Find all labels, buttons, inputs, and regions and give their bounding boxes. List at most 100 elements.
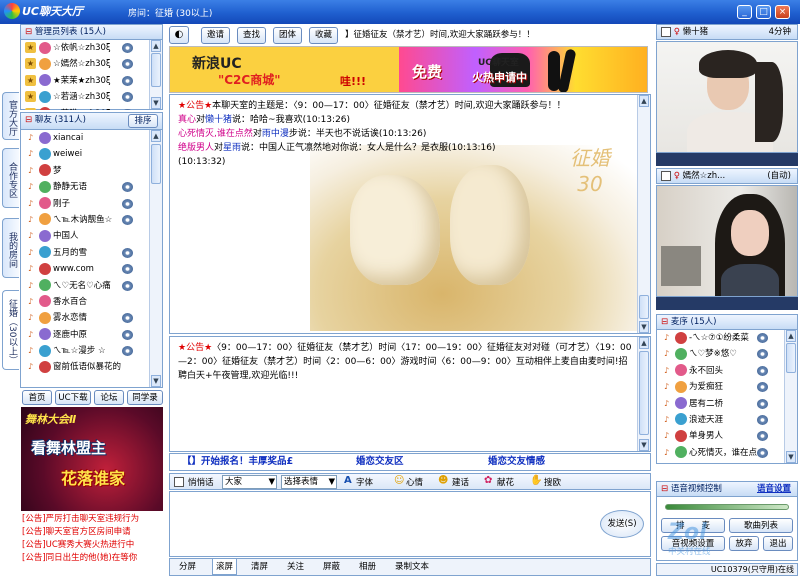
private-chat-area[interactable]: ★公告★〈9：00—17：00〉征婚征友（禁才艺）时间〈17：00—19：00〉… [169,336,651,452]
mic-queue-item[interactable]: ♪ 居有二桥 [657,396,784,412]
whisper-checkbox[interactable] [174,477,184,487]
chat-scrollbar[interactable]: ▲ ▼ [637,95,650,333]
room-toggle-icon[interactable]: ◐ [169,26,189,44]
chat-user-item[interactable]: ♪ 窗前低语似暴花的 [21,359,149,375]
minimize-button[interactable]: _ [737,5,752,19]
find-button[interactable]: 查找 [237,27,266,44]
chat-user-item[interactable]: ♪ xiancai [21,130,149,146]
bottom-tab[interactable]: 相册 [356,559,379,575]
chat-user-item[interactable]: ♪ ㄟ♡无名♡心痛 [21,278,149,294]
admin-name: ☆花猫☆zh30ξ [53,109,111,110]
abandon-button[interactable]: 放弃 [729,536,759,551]
chat-user-item[interactable]: ♪ 梦 [21,163,149,179]
chat-user-item[interactable]: ♪ 香水百合 [21,294,149,310]
lower-chat-scrollbar[interactable]: ▲ ▼ [637,337,650,451]
admin-scrollbar[interactable]: ▲ ▼ [149,40,162,109]
admin-list-item[interactable]: ★ ☆嫣然☆zh30ξ [21,56,149,72]
chat-user-header: ⊟ 聊友 (311人) 排序 [21,113,162,130]
video1-checkbox[interactable] [661,26,671,37]
mic-queue-item[interactable]: ♪ 为爱痴狂 [657,379,784,395]
close-button[interactable]: × [775,5,790,19]
person2-body [721,264,779,296]
bottom-tab[interactable]: 分屏 [176,559,199,575]
chat-user-scrollbar[interactable]: ▲ ▼ [149,130,162,387]
bottom-tab[interactable]: 滚屏 [212,559,238,575]
chat-user-item[interactable]: ♪ 静静无语 [21,179,149,195]
announcement-item[interactable]: [公告]UC赛秀大赛火热进行中 [22,539,163,552]
forum-link[interactable]: 论坛 [94,390,124,405]
send-button[interactable]: 发送(S) [600,510,644,538]
promo-mid[interactable]: 婚恋交友区 [356,454,404,470]
admin-list-item[interactable]: ★ ★茉茉★zh30ξ [21,73,149,89]
bottom-tab[interactable]: 关注 [284,559,307,575]
mic-queue-item[interactable]: ♪ 永不回头 [657,363,784,379]
mic-queue-item[interactable]: ♪ -ㄟ☆⑦①纷柔菜 [657,330,784,346]
invite-button[interactable]: 邀请 [201,27,230,44]
chat-user-name: 雾水恋情 [53,313,88,324]
message-input[interactable]: 发送(S) [169,491,651,557]
mic-queue-scrollbar[interactable]: ▲ ▼ [784,330,797,463]
public-chat-area[interactable]: 征婚30 ★公告★本聊天室的主题是：〈9：00—17：00〉征婚征友（禁才艺）时… [169,94,651,334]
mic-queue-item[interactable]: ♪ 浪迹天涯 [657,412,784,428]
classmates-link[interactable]: 同学录 [127,390,163,405]
flower-button[interactable]: 献花 [497,476,514,488]
admin-list-item[interactable]: ★ ☆依帆☆zh30ξ [21,40,149,56]
avatar [675,397,687,410]
mood-button[interactable]: 心情 [406,476,423,488]
voice-settings-link[interactable]: 语音设置 [757,482,791,496]
mic-user-name: 永不回头 [689,365,724,376]
admin-list-header[interactable]: ⊟ 管理员列表 (15人) [21,25,162,40]
dance-ad-banner[interactable]: 舞林大会Ⅱ 看舞林盟主 花落谁家 [21,407,163,511]
favorite-button[interactable]: 收藏 [309,27,338,44]
mic-queue-item[interactable]: ♪ 单身男人 [657,428,784,444]
exit-button[interactable]: 退出 [763,536,793,551]
top-ad-banner[interactable]: 新浪UC "C2C商城" 哇!!! 免费 UC聊天室 火热申请中 [169,46,648,93]
chat-user-item[interactable]: ♪ 刚子 [21,196,149,212]
camera-icon [122,92,133,103]
tab-official-hall[interactable]: 官方大厅 [2,92,19,140]
video1-controls[interactable] [656,153,798,166]
bottom-tab[interactable]: 屏蔽 [320,559,343,575]
video1-time: 4分钟 [768,27,791,37]
bottom-tab[interactable]: 清屏 [248,559,271,575]
chat-user-item[interactable]: ♪ 逐鹿中原 [21,327,149,343]
chat-user-item[interactable]: ♪ 雾水恋情 [21,310,149,326]
kick-button[interactable]: 搜欧 [544,476,561,488]
promo-right[interactable]: 婚恋交友情感 [488,454,545,470]
chat-user-name: 刚子 [53,198,71,209]
chat-user-item[interactable]: ♪ www.com [21,261,149,277]
announcement-item[interactable]: [公告]严厉打击聊天室违规行为 [22,513,163,526]
tab-partner-zone[interactable]: 合作专区 [2,148,19,208]
mic-queue-item[interactable]: ♪ ㄟ♡梦※悠♡ [657,346,784,362]
dress-button[interactable]: 建话 [452,476,469,488]
chat-user-item[interactable]: ♪ 五月的雪 [21,245,149,261]
admin-list-item[interactable]: ★ ☆花猫☆zh30ξ [21,106,149,110]
video2-checkbox[interactable] [661,170,671,181]
mic-queue-item[interactable]: ♪ 心死情灭，谁在点 [657,445,784,461]
video2-controls[interactable] [656,297,798,310]
tab-my-rooms[interactable]: 我的房间 [2,218,19,278]
chat-user-item[interactable]: ♪ ㄟ℡☆漫步 ☆ [21,343,149,359]
video1-name: 懒十猪 [682,27,709,37]
announcement-item[interactable]: [公告]同日出生的他(她)在等你 [22,552,163,565]
group-button[interactable]: 团体 [273,27,302,44]
tab-current-room[interactable]: 征婚（30以上） [2,290,19,370]
mic-status-icon: ♪ [25,279,36,291]
video1-feed[interactable] [656,41,798,153]
song-list-button[interactable]: 歌曲列表 [729,518,793,533]
chat-user-item[interactable]: ♪ weiwei [21,146,149,162]
admin-list-item[interactable]: ★ ☆若涵☆zh30ξ [21,89,149,105]
emote-select[interactable]: 选择表情 ▼ [281,475,337,489]
home-link[interactable]: 首页 [22,390,52,405]
maximize-button[interactable]: □ [756,5,771,19]
font-button[interactable]: 字体 [356,476,373,488]
promo-left[interactable]: 【】开始报名！丰厚奖品£ [182,454,293,470]
bottom-tab[interactable]: 录制文本 [392,559,432,575]
video2-feed[interactable] [656,185,798,297]
announcement-item[interactable]: [公告]聊天室官方区房间申请 [22,526,163,539]
chat-user-item[interactable]: ♪ 中国人 [21,228,149,244]
chat-user-item[interactable]: ♪ ㄟ℡木讷靓鱼☆ [21,212,149,228]
sort-button[interactable]: 排序 [128,114,158,128]
uc-download-link[interactable]: UC下载 [55,390,91,405]
target-select[interactable]: 大家 ▼ [222,475,277,489]
